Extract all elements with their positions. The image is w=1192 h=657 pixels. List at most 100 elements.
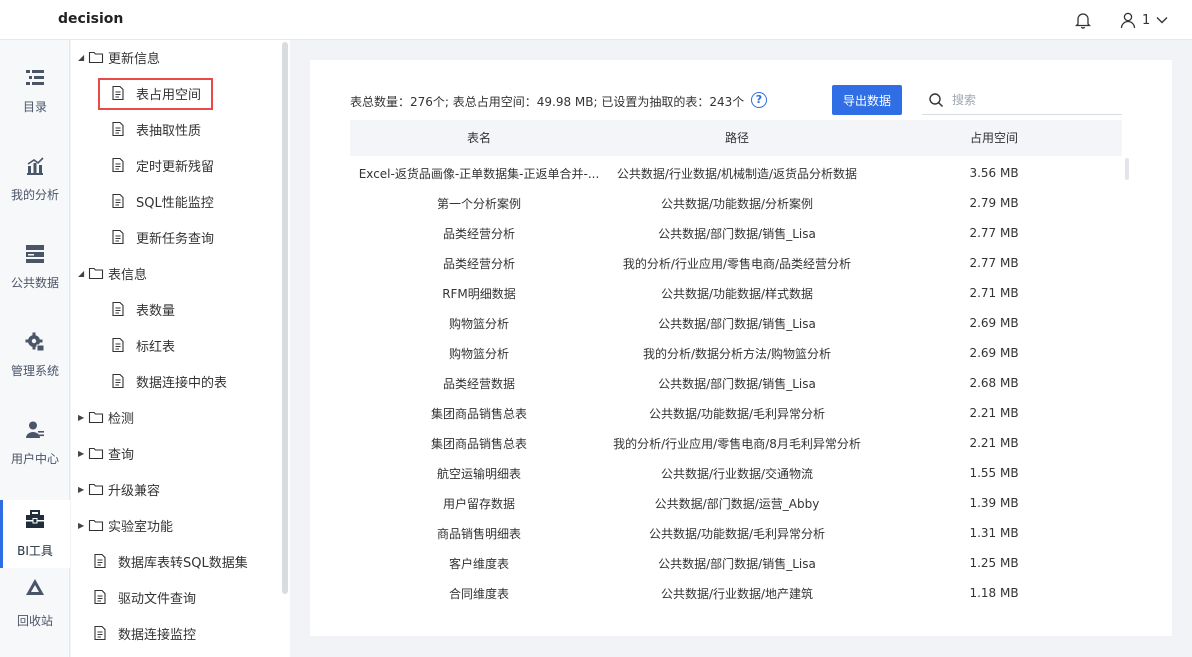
nav-label-public-data: 公共数据 xyxy=(10,276,59,290)
table-row[interactable]: 集团商品销售总表 公共数据/功能数据/毛利异常分析 2.21 MB xyxy=(350,398,1122,428)
tree-label: 驱动文件查询 xyxy=(118,591,197,607)
header-space-used[interactable]: 占用空间 xyxy=(866,120,1122,156)
tree-label: 表抽取性质 xyxy=(136,123,202,139)
cell-path: 公共数据/功能数据/毛利异常分析 xyxy=(648,406,826,421)
document-icon xyxy=(112,85,124,101)
table-row[interactable]: RFM明细数据 公共数据/功能数据/样式数据 2.71 MB xyxy=(350,278,1122,308)
tree-label: 检测 xyxy=(108,411,135,427)
cell-table-name: Excel-返货品画像-正单数据集-正返单合并-... xyxy=(358,166,600,181)
cell-path: 公共数据/功能数据/分析案例 xyxy=(660,196,814,211)
table-row[interactable]: 集团商品销售总表 我的分析/行业应用/零售电商/8月毛利异常分析 2.21 MB xyxy=(350,428,1122,458)
toolbox-icon xyxy=(26,510,44,528)
user-menu[interactable]: 1 xyxy=(1120,10,1168,30)
table-row[interactable]: 合同维度表 公共数据/行业数据/地产建筑 1.18 MB xyxy=(350,578,1122,608)
tree-label: 表数量 xyxy=(136,303,176,319)
cell-path: 公共数据/行业数据/地产建筑 xyxy=(660,586,814,601)
nav-item-bi-tools[interactable]: BI工具 xyxy=(0,500,70,568)
cell-space-used: 2.21 MB xyxy=(969,436,1019,450)
search-input[interactable] xyxy=(952,92,1112,107)
cell-path: 公共数据/部门数据/销售_Lisa xyxy=(658,226,816,241)
catalog-icon xyxy=(26,70,44,85)
nav-item-management[interactable]: 管理系统 xyxy=(0,332,70,400)
tree-item-connection-monitor[interactable]: 数据连接监控 xyxy=(92,622,196,644)
table-scrollbar[interactable] xyxy=(1125,158,1129,180)
cell-space-used: 1.18 MB xyxy=(969,586,1019,600)
table-row[interactable]: 品类经营分析 公共数据/部门数据/销售_Lisa 2.77 MB xyxy=(350,218,1122,248)
tree-item-db-to-sql[interactable]: 数据库表转SQL数据集 xyxy=(92,550,248,572)
cell-space-used: 3.56 MB xyxy=(969,166,1019,180)
document-icon xyxy=(112,337,124,353)
table-row[interactable]: 客户维度表 公共数据/部门数据/销售_Lisa 1.25 MB xyxy=(350,548,1122,578)
table-row[interactable]: 购物篮分析 公共数据/部门数据/销售_Lisa 2.69 MB xyxy=(350,308,1122,338)
nav-item-public-data[interactable]: 公共数据 xyxy=(0,244,70,312)
tree-label: 表信息 xyxy=(108,267,148,283)
folder-icon xyxy=(88,267,104,280)
tree-item-update-task-query[interactable]: 更新任务查询 xyxy=(110,226,214,248)
tree-node-table-info[interactable]: ◢ 表信息 xyxy=(78,262,147,284)
summary-text: 表总数量：276个; 表总占用空间：49.98 MB; 已设置为抽取的表：243… xyxy=(350,95,745,109)
nav-item-recycle-bin[interactable]: 回收站 xyxy=(0,578,70,646)
tree-item-sql-monitor[interactable]: SQL性能监控 xyxy=(110,190,214,212)
document-icon xyxy=(112,157,124,173)
nav-item-user-center[interactable]: 用户中心 xyxy=(0,420,70,488)
table-row[interactable]: 购物篮分析 我的分析/数据分析方法/购物篮分析 2.69 MB xyxy=(350,338,1122,368)
table-row[interactable]: 用户留存数据 公共数据/部门数据/运营_Abby 1.39 MB xyxy=(350,488,1122,518)
help-icon[interactable]: ? xyxy=(751,92,767,108)
tree-item-red-tables[interactable]: 标红表 xyxy=(110,334,175,356)
cell-space-used: 2.69 MB xyxy=(969,316,1019,330)
cell-table-name: 客户维度表 xyxy=(448,556,509,571)
tree-scrollbar[interactable] xyxy=(282,42,288,594)
table-row[interactable]: 第一个分析案例 公共数据/功能数据/分析案例 2.79 MB xyxy=(350,188,1122,218)
tree-item-table-count[interactable]: 表数量 xyxy=(110,298,175,320)
nav-item-catalog[interactable]: 目录 xyxy=(0,68,70,136)
cell-table-name: 品类经营数据 xyxy=(442,376,515,391)
expand-right-icon: ▶ xyxy=(78,448,85,458)
nav-label-management: 管理系统 xyxy=(10,364,59,378)
document-icon xyxy=(112,301,124,317)
search-icon xyxy=(929,92,944,107)
tree-node-upgrade-compat[interactable]: ▶ 升级兼容 xyxy=(78,478,160,500)
cell-space-used: 2.71 MB xyxy=(969,286,1019,300)
tree-node-lab-features[interactable]: ▶ 实验室功能 xyxy=(78,514,173,536)
document-icon xyxy=(112,373,124,389)
user-name: 1 xyxy=(1142,12,1151,28)
cell-table-name: 购物篮分析 xyxy=(448,346,509,361)
search-box[interactable] xyxy=(922,85,1122,115)
tree-node-detect[interactable]: ▶ 检测 xyxy=(78,406,134,428)
header-table-name[interactable]: 表名 xyxy=(350,120,608,156)
table-row[interactable]: 航空运输明细表 公共数据/行业数据/交通物流 1.55 MB xyxy=(350,458,1122,488)
cell-space-used: 1.55 MB xyxy=(969,466,1019,480)
tree-label: 数据库表转SQL数据集 xyxy=(118,555,248,571)
tree-item-table-space[interactable]: 表占用空间 xyxy=(110,82,201,104)
expand-down-icon: ◢ xyxy=(78,268,85,278)
expand-down-icon: ◢ xyxy=(78,52,85,62)
cell-space-used: 2.77 MB xyxy=(969,256,1019,270)
tree-node-update-info[interactable]: ◢ 更新信息 xyxy=(78,46,160,68)
cell-path: 公共数据/部门数据/运营_Abby xyxy=(654,496,820,511)
expand-right-icon: ▶ xyxy=(78,484,85,494)
tree-item-tables-in-connection[interactable]: 数据连接中的表 xyxy=(110,370,227,392)
cell-table-name: 航空运输明细表 xyxy=(436,466,521,481)
table-header: 表名 路径 占用空间 xyxy=(350,120,1122,156)
header-path[interactable]: 路径 xyxy=(608,120,866,156)
table-row[interactable]: 商品销售明细表 公共数据/功能数据/毛利异常分析 1.31 MB xyxy=(350,518,1122,548)
tree-label: SQL性能监控 xyxy=(136,195,214,211)
bell-icon[interactable] xyxy=(1075,11,1091,29)
gear-icon xyxy=(25,332,45,352)
tree-node-query[interactable]: ▶ 查询 xyxy=(78,442,134,464)
table-row[interactable]: 品类经营数据 公共数据/部门数据/销售_Lisa 2.68 MB xyxy=(350,368,1122,398)
tree-item-scheduled-residual[interactable]: 定时更新残留 xyxy=(110,154,214,176)
table-row[interactable]: 品类经营分析 我的分析/行业应用/零售电商/品类经营分析 2.77 MB xyxy=(350,248,1122,278)
chevron-down-icon xyxy=(1156,17,1168,24)
user-icon xyxy=(1120,12,1136,29)
export-data-button[interactable]: 导出数据 xyxy=(832,85,902,115)
table-row[interactable]: Excel-返货品画像-正单数据集-正返单合并-... 公共数据/行业数据/机械制… xyxy=(350,158,1122,188)
cell-path: 我的分析/数据分析方法/购物篮分析 xyxy=(642,346,832,361)
left-nav: 目录 我的分析 公共数据 管理系统 用户中心 BI工具 回收站 xyxy=(0,40,70,657)
table-body: Excel-返货品画像-正单数据集-正返单合并-... 公共数据/行业数据/机械制… xyxy=(350,158,1122,608)
analysis-icon xyxy=(27,157,44,175)
cell-path: 公共数据/行业数据/机械制造/返货品分析数据 xyxy=(616,166,858,181)
tree-item-extract-props[interactable]: 表抽取性质 xyxy=(110,118,201,140)
tree-item-driver-query[interactable]: 驱动文件查询 xyxy=(92,586,196,608)
nav-item-my-analysis[interactable]: 我的分析 xyxy=(0,156,70,224)
